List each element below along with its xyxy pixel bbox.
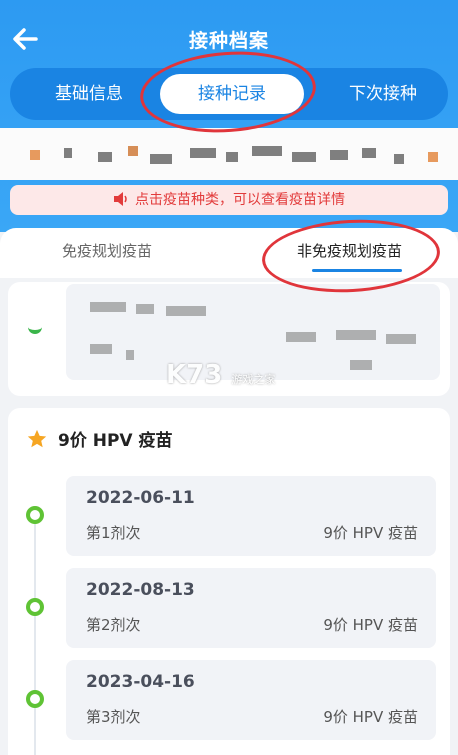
record-date: 2023-04-16 [86, 672, 195, 692]
active-tab-indicator [312, 269, 402, 272]
vaccine-title: 9价 HPV 疫苗 [58, 431, 173, 451]
timeline-line [34, 508, 36, 755]
speaker-icon [114, 192, 127, 206]
record-vaccine-name: 9价 HPV 疫苗 [323, 708, 418, 726]
timeline-dot [26, 690, 44, 708]
record-date: 2022-06-11 [86, 488, 195, 508]
vaccine-card[interactable]: 9价 HPV 疫苗 2022-06-11 第1剂次 9价 HPV 疫苗 2022… [8, 408, 450, 755]
tab-non-planned-vaccines[interactable]: 非免疫规划疫苗 [297, 240, 402, 261]
record-item[interactable]: 2022-08-13 第2剂次 9价 HPV 疫苗 [66, 568, 436, 648]
watermark-logo: K73 [166, 360, 223, 390]
watermark: K73 游戏之家 [166, 360, 275, 390]
tab-next-vaccination[interactable]: 下次接种 [328, 68, 438, 120]
notice-text: 点击疫苗种类，可以查看疫苗详情 [135, 192, 345, 208]
timeline-dot [26, 506, 44, 524]
record-dose: 第2剂次 [86, 616, 141, 634]
record-dose: 第3剂次 [86, 708, 141, 726]
record-vaccine-name: 9价 HPV 疫苗 [323, 616, 418, 634]
page-title: 接种档案 [188, 30, 269, 52]
star-icon [27, 429, 47, 448]
timeline-marker [28, 326, 42, 334]
record-date: 2022-08-13 [86, 580, 195, 600]
tab-bar: 基础信息 接种记录 下次接种 [10, 68, 448, 120]
tab-planned-vaccines[interactable]: 免疫规划疫苗 [62, 240, 152, 261]
masked-personal-info [0, 128, 458, 180]
notice-banner: 点击疫苗种类，可以查看疫苗详情 [10, 185, 448, 215]
watermark-text: 游戏之家 [231, 373, 276, 386]
record-dose: 第1剂次 [86, 524, 141, 542]
tab-vaccination-record[interactable]: 接种记录 [160, 74, 304, 114]
record-item[interactable]: 2023-04-16 第3剂次 9价 HPV 疫苗 [66, 660, 436, 740]
tab-basic-info[interactable]: 基础信息 [34, 68, 144, 120]
record-item[interactable]: 2022-06-11 第1剂次 9价 HPV 疫苗 [66, 476, 436, 556]
vaccine-category-tabs: 免疫规划疫苗 非免疫规划疫苗 [0, 228, 458, 278]
record-vaccine-name: 9价 HPV 疫苗 [323, 524, 418, 542]
timeline-dot [26, 598, 44, 616]
